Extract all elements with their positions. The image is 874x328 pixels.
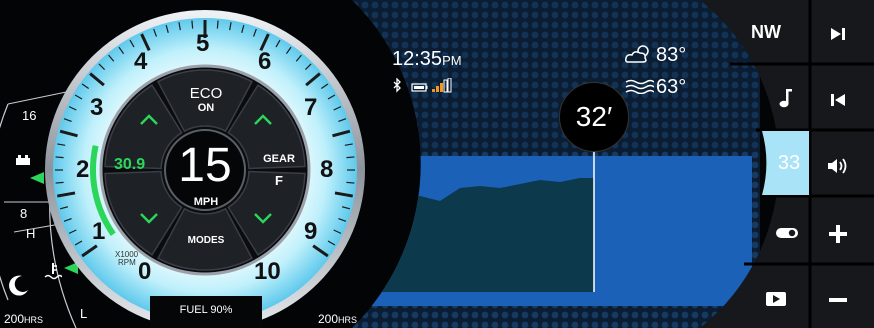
battery-status-icon [411,83,428,92]
speed-unit: MPH [193,196,219,208]
toggle-button[interactable] [768,216,806,250]
rpm-minor-tick [346,156,355,159]
play-button[interactable] [756,282,796,316]
trim-up-button[interactable] [134,106,164,132]
engine-hours-left: 200HRS [4,312,43,326]
chevron-up-icon [254,114,272,125]
fuel-scale-bottom: 8 [20,206,28,221]
clock-ampm: PM [442,53,462,68]
seabed-profile [380,178,594,292]
speaker-icon [828,158,847,174]
depth-readout: 32′ [559,82,629,152]
rpm-unit-rpm: RPM [118,258,136,267]
plus-icon [829,225,847,243]
signal-bars-icon [432,77,452,93]
rpm-label-10: 10 [254,258,281,285]
fuel-status: FUEL 90% [179,304,233,316]
skip-back-button[interactable] [816,80,860,120]
chevron-down-icon [140,213,158,224]
toggle-icon [776,228,798,238]
air-temp: 83° [656,44,687,66]
heading-label: NW [751,21,781,42]
bluetooth-icon [393,77,401,93]
moon-icon[interactable] [8,274,30,296]
gear-indicator: GEAR F [256,148,302,192]
gear-label: GEAR [263,152,295,165]
trim-value: 30.9 [114,156,146,173]
rpm-minor-tick [346,181,355,184]
right-down-button[interactable] [248,206,278,232]
rpm-minor-tick [55,181,64,184]
depth-value: 32′ [575,101,613,132]
battery-icon [16,152,30,165]
hours-unit-right: HRS [338,315,358,325]
temp-scale-low: L [80,306,88,321]
rpm-minor-tick [55,156,64,159]
rpm-label-4: 4 [134,48,148,75]
engine-hours-left-value: 200 [4,312,25,326]
rpm-label-1: 1 [92,218,106,245]
eco-state: ON [197,101,215,114]
temp-scale-high: H [26,226,36,241]
water-temp: 63° [656,76,687,98]
minus-button[interactable] [816,280,860,320]
minus-icon [829,298,847,302]
rpm-label-0: 0 [138,258,152,285]
rpm-label-9: 9 [304,218,318,245]
clock-time: 12:35 [392,48,443,70]
rpm-label-6: 6 [258,48,272,75]
speaker-button[interactable] [816,146,860,186]
skip-back-icon [831,94,845,106]
music-button[interactable] [768,80,804,116]
hours-unit-left: HRS [24,315,44,325]
engine-hours-right-value: 200 [318,312,339,326]
boat-dashboard: 0 1 2 3 4 5 6 7 8 9 10 X1000 RPM ECO ON … [0,0,874,328]
eco-button[interactable]: ECO ON [180,78,232,120]
plus-button[interactable] [816,214,860,254]
volume-level[interactable]: 33 [768,146,810,180]
rpm-label-2: 2 [76,156,90,183]
rpm-label-5: 5 [196,30,210,57]
gear-value: F [275,172,283,188]
rpm-label-3: 3 [90,94,104,121]
fuel-level-marker [30,172,44,184]
modes-label: MODES [187,234,225,246]
rpm-label-8: 8 [320,156,334,183]
rpm-minor-tick [216,20,219,29]
play-icon [766,292,786,306]
chevron-up-icon [140,114,158,125]
right-up-button[interactable] [248,106,278,132]
water-temp-icon [44,262,63,280]
trim-down-button[interactable] [134,206,164,232]
status-icons [392,77,472,94]
partly-cloudy-icon [624,44,654,64]
rpm-label-7: 7 [304,94,318,121]
skip-forward-icon [831,28,845,40]
modes-button[interactable]: MODES [180,228,232,252]
volume-value: 33 [777,151,801,174]
eco-label: ECO [189,84,223,102]
rpm-minor-tick [191,20,194,29]
chevron-down-icon [254,213,272,224]
speed-value: 15 [178,139,232,192]
fuel-scale-top: 16 [22,108,37,123]
compass-heading[interactable]: NW [736,14,796,50]
water-waves-icon [624,78,655,95]
music-note-icon [779,89,792,108]
skip-forward-button[interactable] [816,14,860,54]
engine-hours-right: 200HRS [318,312,357,326]
clock: 12:35PM [392,48,462,71]
